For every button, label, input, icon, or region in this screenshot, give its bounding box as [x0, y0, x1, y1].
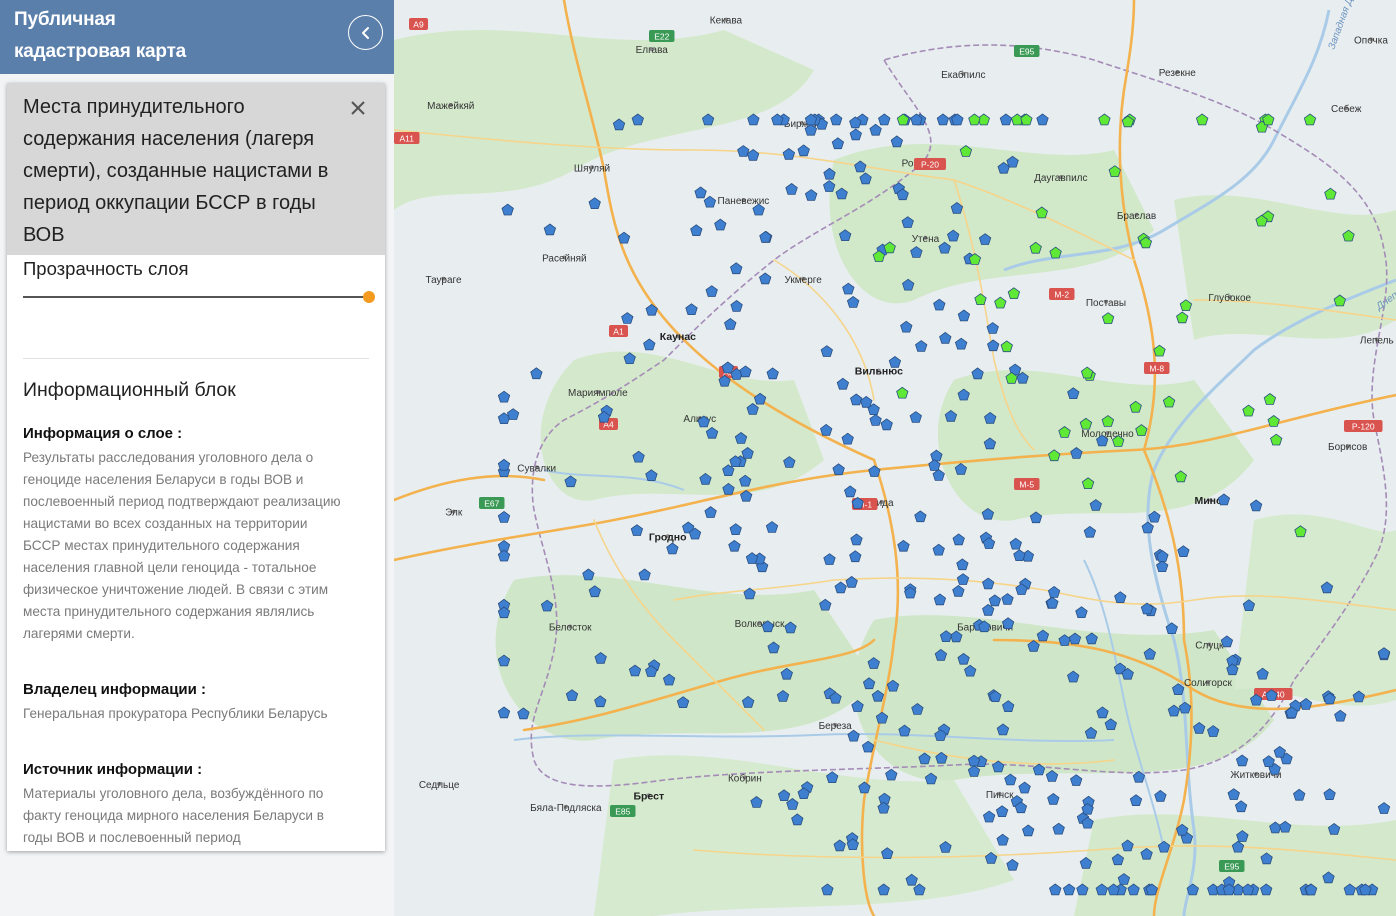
map-canvas[interactable]: Опочка Елгава Резекне Кекава Екабпилс Мажейкя…: [394, 0, 1396, 916]
city-label: Даугавпилс: [1034, 173, 1087, 184]
road-shield: E67: [479, 497, 505, 509]
city-label: Брест: [633, 790, 664, 802]
opacity-slider-track: [23, 296, 369, 298]
city-label: Резекне: [1159, 68, 1197, 79]
road-shield: A9: [409, 18, 428, 30]
road-shield: A1: [609, 325, 628, 337]
svg-text:E22: E22: [654, 32, 669, 42]
city-label: Элк: [445, 508, 463, 519]
city-label: Мажейкяй: [427, 101, 474, 112]
app: Публичная кадастровая карта Места принуд…: [0, 0, 1396, 916]
svg-text:A11: A11: [400, 134, 415, 144]
source-text: Материалы уголовного дела, возбуждённого…: [23, 786, 324, 845]
road-shield: P-120: [1344, 420, 1383, 432]
opacity-slider-thumb[interactable]: [363, 291, 375, 303]
road-shield: M-8: [1144, 362, 1170, 374]
road-shield: M-2: [1049, 288, 1075, 300]
road-shield: P-20: [914, 158, 946, 170]
city-label: Поставы: [1086, 298, 1126, 309]
layer-panel: Места принудительного содержания населен…: [7, 83, 385, 851]
road-shield: E22: [649, 30, 675, 42]
svg-text:A9: A9: [413, 20, 424, 30]
svg-text:P-120: P-120: [1352, 422, 1375, 432]
source-label: Источник информации :: [23, 761, 203, 778]
city-label: Себеж: [1331, 103, 1362, 115]
city-label: Слуцк: [1195, 641, 1224, 652]
svg-text:E95: E95: [1019, 47, 1034, 57]
svg-text:M-2: M-2: [1054, 290, 1069, 300]
svg-text:E95: E95: [1224, 862, 1239, 872]
divider: [23, 358, 369, 359]
map-svg: Опочка Елгава Резекне Кекава Екабпилс Мажейкя…: [394, 0, 1396, 916]
owner-label: Владелец информации :: [23, 681, 207, 698]
layer-info-text: Результаты расследования уголовного дела…: [23, 450, 341, 641]
close-layer-button[interactable]: [347, 97, 369, 119]
svg-text:E67: E67: [484, 499, 499, 509]
svg-text:M-8: M-8: [1149, 364, 1164, 374]
city-label: Береза: [819, 721, 853, 732]
road-shield: A11: [394, 132, 420, 144]
layer-title: Места принудительного содержания населен…: [23, 96, 329, 246]
city-label: Гродно: [649, 531, 687, 543]
chevron-left-icon: [361, 26, 369, 39]
city-label: Каунас: [660, 331, 696, 343]
city-label: Опочка: [1354, 35, 1388, 46]
city-label: Бяла-Подляска: [530, 803, 602, 814]
svg-text:E85: E85: [615, 807, 630, 817]
svg-text:P-20: P-20: [921, 160, 939, 170]
city-label: Молодечно: [1081, 429, 1134, 440]
city-label: Седльце: [419, 780, 460, 791]
layer-panel-body: Прозрачность слоя Информационный блок Ин…: [23, 255, 375, 851]
close-icon: [351, 101, 365, 115]
svg-text:M-5: M-5: [1019, 480, 1034, 490]
city-label: Борисов: [1328, 442, 1367, 453]
city-label: Волковыск: [735, 619, 785, 630]
city-label: Солигорск: [1184, 678, 1233, 689]
city-label: Елгава: [636, 45, 669, 56]
layer-panel-header: Места принудительного содержания населен…: [7, 83, 385, 255]
collapse-sidebar-button[interactable]: [348, 15, 383, 50]
city-label: Белосток: [549, 622, 592, 633]
opacity-slider[interactable]: [23, 289, 375, 305]
city-label: Утена: [912, 234, 940, 245]
road-shield: M-5: [1014, 478, 1040, 490]
city-label: Лепель: [1360, 335, 1394, 346]
sidebar: Публичная кадастровая карта Места принуд…: [0, 0, 394, 916]
info-block-title: Информационный блок: [23, 379, 236, 401]
city-label: Мариямполе: [568, 388, 628, 399]
city-label: Таураге: [425, 275, 462, 286]
city-label: Сувалки: [517, 463, 556, 474]
owner-text: Генеральная прокуратора Республики Белар…: [23, 706, 328, 721]
opacity-label: Прозрачность слоя: [23, 258, 189, 279]
city-label: Екабпилс: [941, 69, 985, 81]
city-label: Глубокое: [1208, 292, 1251, 304]
city-label: Укмерге: [785, 275, 823, 286]
city-label: Кекава: [710, 16, 743, 27]
city-label: Шяуляй: [574, 163, 610, 174]
city-label: Кобрин: [728, 772, 762, 784]
app-title: Публичная кадастровая карта: [14, 9, 187, 62]
city-label: Браслав: [1117, 211, 1156, 222]
city-label: Расейняй: [542, 253, 587, 264]
app-header: Публичная кадастровая карта: [0, 0, 394, 74]
city-label: Пинск: [986, 790, 1014, 801]
city-label: Паневежис: [718, 196, 770, 207]
svg-text:A1: A1: [613, 327, 624, 337]
road-shield: E95: [1219, 860, 1245, 872]
road-shield: E85: [610, 805, 636, 817]
layer-info-label: Информация о слое :: [23, 425, 183, 442]
road-shield: E95: [1014, 45, 1040, 57]
